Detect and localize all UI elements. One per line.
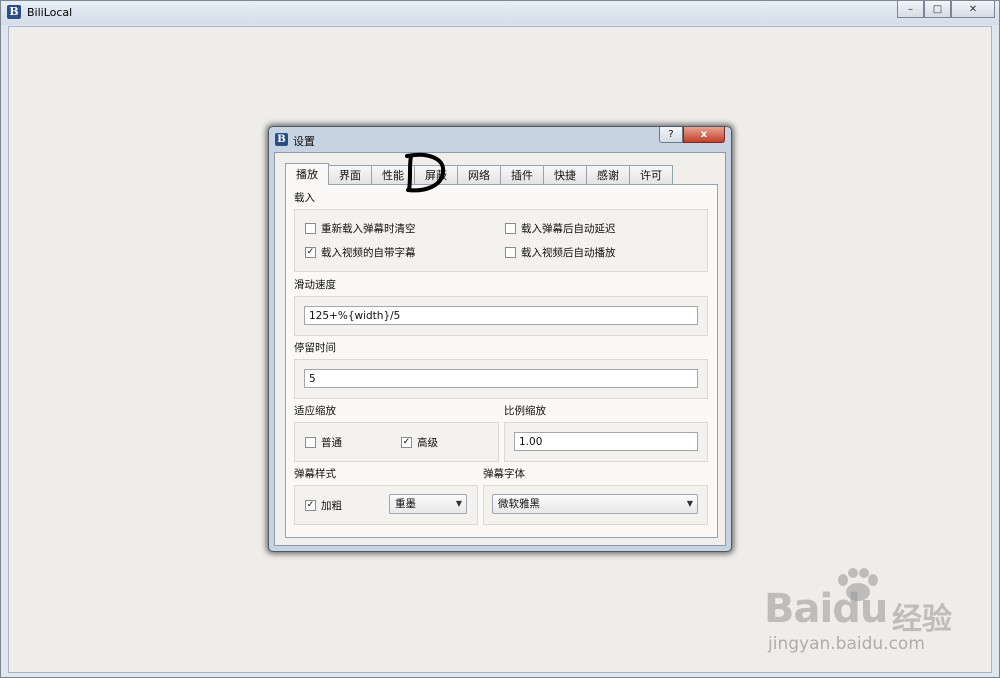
close-icon: x [700, 129, 708, 140]
tab-interface[interactable]: 界面 [328, 165, 372, 185]
close-button[interactable]: ✕ [951, 1, 995, 18]
load-subtitles-label[interactable]: 载入视频的自带字幕 [321, 245, 416, 260]
scroll-speed-group: 125+%{width}/5 [294, 296, 708, 336]
checkmark-icon: ✓ [306, 247, 315, 257]
normal-scale-checkbox[interactable] [305, 437, 316, 448]
advanced-scale-label[interactable]: 高级 [417, 435, 438, 450]
dialog-body: 播放 界面 性能 屏蔽 网络 插件 快捷 感谢 许可 载入 重新载入弹幕时清空 … [274, 152, 726, 546]
load-group: 重新载入弹幕时清空 载入弹幕后自动延迟 ✓ 载入视频的自带字幕 载入视频后自动播… [294, 209, 708, 272]
adaptive-scale-title: 适应缩放 [294, 405, 336, 417]
bold-checkbox[interactable]: ✓ [305, 500, 316, 511]
normal-scale-label[interactable]: 普通 [321, 435, 342, 450]
load-group-title: 载入 [294, 192, 315, 204]
maximize-button[interactable]: □ [924, 1, 951, 18]
baidu-watermark: Baidu 经验 jingyan.baidu.com [764, 568, 986, 658]
dialog-title: 设置 [293, 135, 315, 148]
watermark-url: jingyan.baidu.com [768, 634, 925, 654]
tab-shortcuts[interactable]: 快捷 [543, 165, 587, 185]
hand-drawn-d-annotation [405, 152, 446, 193]
tab-thanks[interactable]: 感谢 [586, 165, 630, 185]
close-icon: ✕ [968, 3, 978, 15]
chevron-down-icon: ▼ [686, 499, 693, 508]
auto-delay-label[interactable]: 载入弹幕后自动延迟 [521, 221, 616, 236]
auto-delay-checkbox[interactable] [505, 223, 516, 234]
stay-time-group: 5 [294, 359, 708, 399]
app-icon: B [7, 5, 21, 19]
chevron-down-icon: ▼ [455, 499, 462, 508]
advanced-scale-checkbox[interactable]: ✓ [401, 437, 412, 448]
clear-on-reload-checkbox[interactable] [305, 223, 316, 234]
window-title: BiliLocal [27, 6, 73, 19]
help-button[interactable]: ? [659, 127, 683, 143]
autoplay-checkbox[interactable] [505, 247, 516, 258]
tab-plugins[interactable]: 插件 [500, 165, 544, 185]
checkmark-icon: ✓ [306, 500, 315, 510]
danmaku-font-group: 微软雅黑 ▼ [483, 485, 708, 525]
font-dropdown[interactable]: 微软雅黑 ▼ [492, 494, 698, 514]
tab-playback[interactable]: 播放 [285, 163, 329, 185]
danmaku-style-group: ✓ 加粗 重墨 ▼ [294, 485, 478, 525]
tab-bar: 播放 界面 性能 屏蔽 网络 插件 快捷 感谢 许可 [285, 163, 673, 185]
autoplay-label[interactable]: 载入视频后自动播放 [521, 245, 616, 260]
dialog-close-button[interactable]: x [683, 127, 725, 143]
watermark-cn: 经验 [892, 602, 952, 637]
stay-time-input[interactable]: 5 [304, 369, 698, 388]
help-icon: ? [668, 129, 674, 140]
settings-dialog: B 设置 ? x 播放 界面 性能 屏蔽 网络 插件 快捷 感谢 许可 载入 重… [268, 126, 732, 552]
ratio-scale-input[interactable]: 1.00 [514, 432, 698, 451]
effect-dropdown[interactable]: 重墨 ▼ [389, 494, 467, 514]
minimize-icon: – [908, 3, 913, 15]
maximize-icon: □ [932, 3, 943, 15]
danmaku-style-title: 弹幕样式 [294, 468, 336, 480]
title-bar[interactable]: B BiliLocal – □ ✕ [1, 1, 999, 25]
load-subtitles-checkbox[interactable]: ✓ [305, 247, 316, 258]
clear-on-reload-label[interactable]: 重新载入弹幕时清空 [321, 221, 416, 236]
scroll-speed-title: 滑动速度 [294, 279, 336, 291]
stay-time-title: 停留时间 [294, 342, 336, 354]
minimize-button[interactable]: – [897, 1, 924, 18]
tab-network[interactable]: 网络 [457, 165, 501, 185]
bold-label[interactable]: 加粗 [321, 498, 342, 513]
dialog-app-icon: B [275, 133, 288, 146]
font-value: 微软雅黑 [498, 498, 540, 510]
ratio-scale-title: 比例缩放 [504, 405, 546, 417]
ratio-scale-group: 1.00 [504, 422, 708, 462]
effect-value: 重墨 [395, 498, 416, 510]
checkmark-icon: ✓ [402, 437, 411, 447]
scroll-speed-input[interactable]: 125+%{width}/5 [304, 306, 698, 325]
tab-license[interactable]: 许可 [629, 165, 673, 185]
adaptive-scale-group: 普通 ✓ 高级 [294, 422, 499, 462]
watermark-brand: Baidu [764, 586, 888, 632]
playback-tab-pane: 载入 重新载入弹幕时清空 载入弹幕后自动延迟 ✓ 载入视频的自带字幕 载入视频后… [285, 184, 718, 538]
danmaku-font-title: 弹幕字体 [483, 468, 525, 480]
